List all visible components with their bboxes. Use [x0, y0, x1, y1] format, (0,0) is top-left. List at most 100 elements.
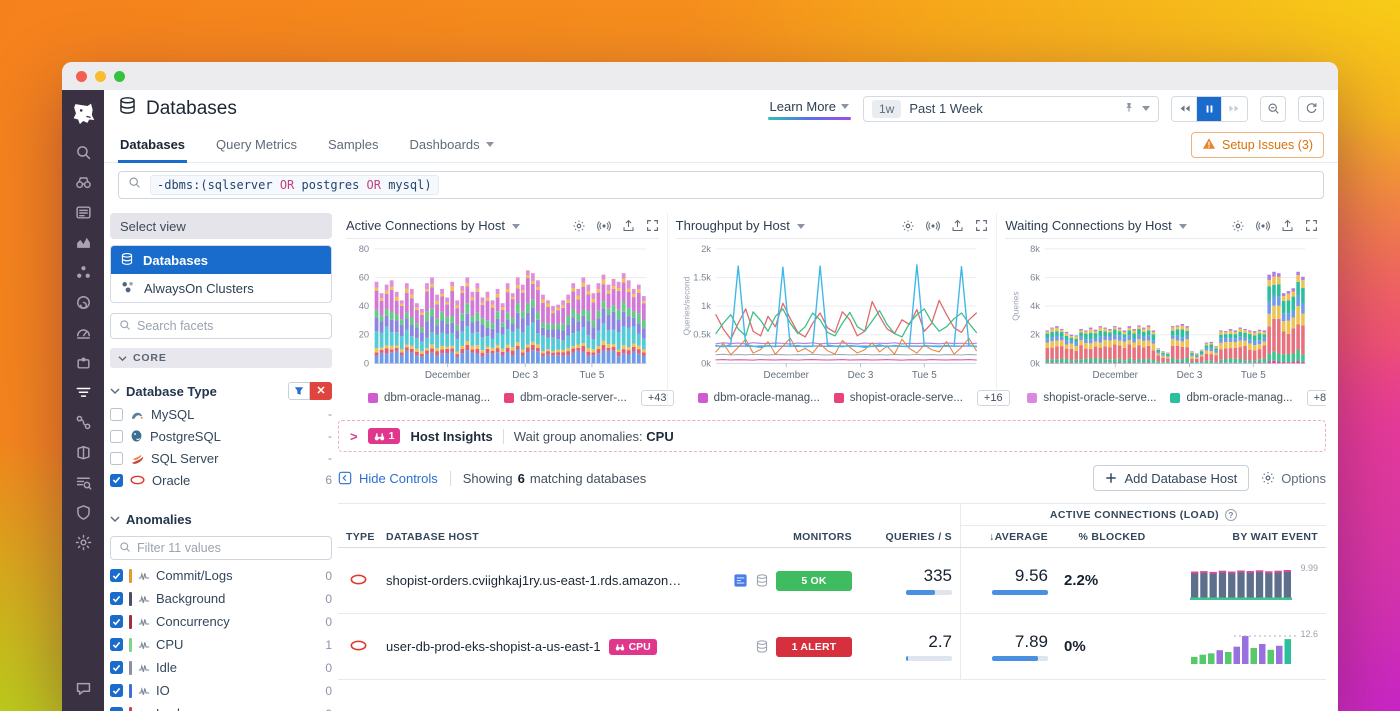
column-header-database-host[interactable]: DATABASE HOST [378, 531, 690, 543]
chart-plot[interactable]: 0k0.5k1k1.5k2kDecemberDec 3Tue 5Queries/… [676, 239, 989, 387]
database-host-link[interactable]: user-db-prod-eks-shopist-a-us-east-1 [386, 639, 601, 654]
checkbox[interactable] [110, 592, 123, 605]
column-header-average[interactable]: ↓ AVERAGE [960, 526, 1056, 547]
anomaly-item-idle[interactable]: Idle0 [110, 656, 332, 679]
legend-item[interactable]: dbm-oracle-manag... [368, 392, 490, 404]
settings-gear-icon[interactable] [1231, 219, 1245, 233]
column-header--blocked[interactable]: % BLOCKED [1070, 531, 1153, 543]
time-range-picker[interactable]: 1w Past 1 Week [863, 96, 1159, 122]
options-button[interactable]: Options [1261, 471, 1326, 486]
checkbox[interactable] [110, 569, 123, 582]
dashboards-icon[interactable] [62, 317, 104, 347]
legend-item[interactable]: shopist-oracle-serve... [834, 392, 963, 404]
tab-query-metrics[interactable]: Query Metrics [214, 137, 299, 162]
refresh-button[interactable] [1298, 96, 1324, 122]
expand-chevron-icon[interactable]: > [350, 429, 358, 444]
facet-item-mysql[interactable]: MySQL- [110, 403, 332, 425]
checkbox[interactable] [110, 408, 123, 421]
export-icon[interactable] [622, 219, 635, 233]
time-back-button[interactable] [1172, 97, 1197, 121]
legend-item[interactable]: dbm-oracle-manag... [1170, 392, 1292, 404]
column-header-by-wait-event[interactable]: BY WAIT EVENT [1168, 531, 1326, 543]
facet-item-postgresql[interactable]: PostgreSQL- [110, 425, 332, 447]
forecast-icon[interactable] [597, 219, 611, 233]
tab-databases[interactable]: Databases [118, 137, 187, 162]
watchdog-icon[interactable] [62, 167, 104, 197]
fullscreen-icon[interactable] [646, 219, 659, 232]
chart-title[interactable]: Throughput by Host [676, 218, 790, 233]
anomaly-item-background[interactable]: Background0 [110, 587, 332, 610]
query-search-bar[interactable]: -dbms:(sqlserver OR postgres OR mysql) [118, 171, 1324, 199]
checkbox[interactable] [110, 661, 123, 674]
monitor-status-badge[interactable]: 5 OK [776, 571, 852, 591]
tab-dashboards[interactable]: Dashboards [408, 137, 496, 162]
chart-title[interactable]: Waiting Connections by Host [1005, 218, 1171, 233]
host-insights-banner[interactable]: > 1 Host Insights Wait group anomalies: … [338, 420, 1326, 452]
time-forward-button[interactable] [1222, 97, 1247, 121]
fullscreen-icon[interactable] [1305, 219, 1318, 232]
chevron-down-icon[interactable] [797, 224, 805, 229]
anomaly-item-lock[interactable]: Lock0 [110, 702, 332, 711]
anomaly-filter-input[interactable] [137, 541, 323, 555]
learn-more-button[interactable]: Learn More [768, 97, 851, 120]
anomaly-item-cpu[interactable]: CPU1 [110, 633, 332, 656]
settings-gear-icon[interactable] [901, 219, 915, 233]
dashboard-icon[interactable] [733, 573, 748, 588]
apm-icon[interactable] [62, 287, 104, 317]
view-option-alwayson-clusters[interactable]: AlwaysOn Clusters [111, 274, 331, 302]
fullscreen-icon[interactable] [975, 219, 988, 232]
view-option-databases[interactable]: Databases [111, 246, 331, 274]
select-view-header[interactable]: Select view [110, 213, 332, 239]
settings-gear-icon[interactable] [572, 219, 586, 233]
anomalies-header[interactable]: Anomalies [110, 507, 332, 531]
integrations-icon[interactable] [62, 347, 104, 377]
chart-title[interactable]: Active Connections by Host [346, 218, 505, 233]
anomaly-item-io[interactable]: IO0 [110, 679, 332, 702]
pin-icon[interactable] [1123, 101, 1135, 117]
database-icon[interactable] [755, 639, 769, 654]
search-icon[interactable] [62, 137, 104, 167]
service-map-icon[interactable] [62, 407, 104, 437]
monitor-status-badge[interactable]: 1 ALERT [776, 637, 852, 657]
forecast-icon[interactable] [1256, 219, 1270, 233]
export-icon[interactable] [951, 219, 964, 233]
chart-plot[interactable]: 020406080DecemberDec 3Tue 5 [346, 239, 659, 387]
checkbox[interactable] [110, 452, 123, 465]
database-host-link[interactable]: shopist-orders.cviighkaj1ry.us-east-1.rd… [386, 573, 682, 588]
metrics-icon[interactable] [62, 227, 104, 257]
minimize-button[interactable] [95, 71, 106, 82]
legend-item[interactable]: dbm-oracle-server-... [504, 392, 627, 404]
pause-button[interactable] [1197, 97, 1222, 121]
forecast-icon[interactable] [926, 219, 940, 233]
table-row[interactable]: shopist-orders.cviighkaj1ry.us-east-1.rd… [338, 548, 1326, 614]
column-header-monitors[interactable]: MONITORS [690, 531, 860, 543]
core-section-header[interactable]: CORE [110, 348, 332, 368]
table-row[interactable]: user-db-prod-eks-shopist-a-us-east-1 CPU 1… [338, 614, 1326, 680]
chevron-down-icon[interactable] [1179, 224, 1187, 229]
legend-item[interactable]: shopist-oracle-serve... [1027, 392, 1156, 404]
checkbox[interactable] [110, 684, 123, 697]
anomaly-cpu-badge[interactable]: CPU [609, 639, 657, 655]
help-icon[interactable]: ? [1225, 509, 1237, 521]
database-monitoring-icon[interactable] [62, 377, 104, 407]
datadog-logo-icon[interactable] [69, 99, 97, 127]
facet-item-oracle[interactable]: Oracle6 [110, 469, 332, 491]
chart-plot[interactable]: 0k2k4k6k8kDecemberDec 3Tue 5Queries [1005, 239, 1318, 387]
chevron-down-icon[interactable] [1142, 106, 1150, 111]
checkbox[interactable] [110, 638, 123, 651]
legend-overflow-badge[interactable]: +8 [1307, 390, 1326, 406]
anomaly-item-concurrency[interactable]: Concurrency0 [110, 610, 332, 633]
query-input[interactable]: -dbms:(sqlserver OR postgres OR mysql) [150, 175, 439, 195]
checkbox[interactable] [110, 615, 123, 628]
checkbox[interactable] [110, 474, 123, 487]
export-icon[interactable] [1281, 219, 1294, 233]
notebooks-icon[interactable] [62, 437, 104, 467]
logs-icon[interactable] [62, 197, 104, 227]
hide-controls-button[interactable]: Hide Controls [338, 471, 438, 486]
setup-issues-button[interactable]: Setup Issues (3) [1191, 132, 1324, 158]
zoom-button[interactable] [114, 71, 125, 82]
checkbox[interactable] [110, 430, 123, 443]
chevron-down-icon[interactable] [512, 224, 520, 229]
anomaly-item-commit-logs[interactable]: Commit/Logs0 [110, 564, 332, 587]
settings-icon[interactable] [62, 527, 104, 557]
